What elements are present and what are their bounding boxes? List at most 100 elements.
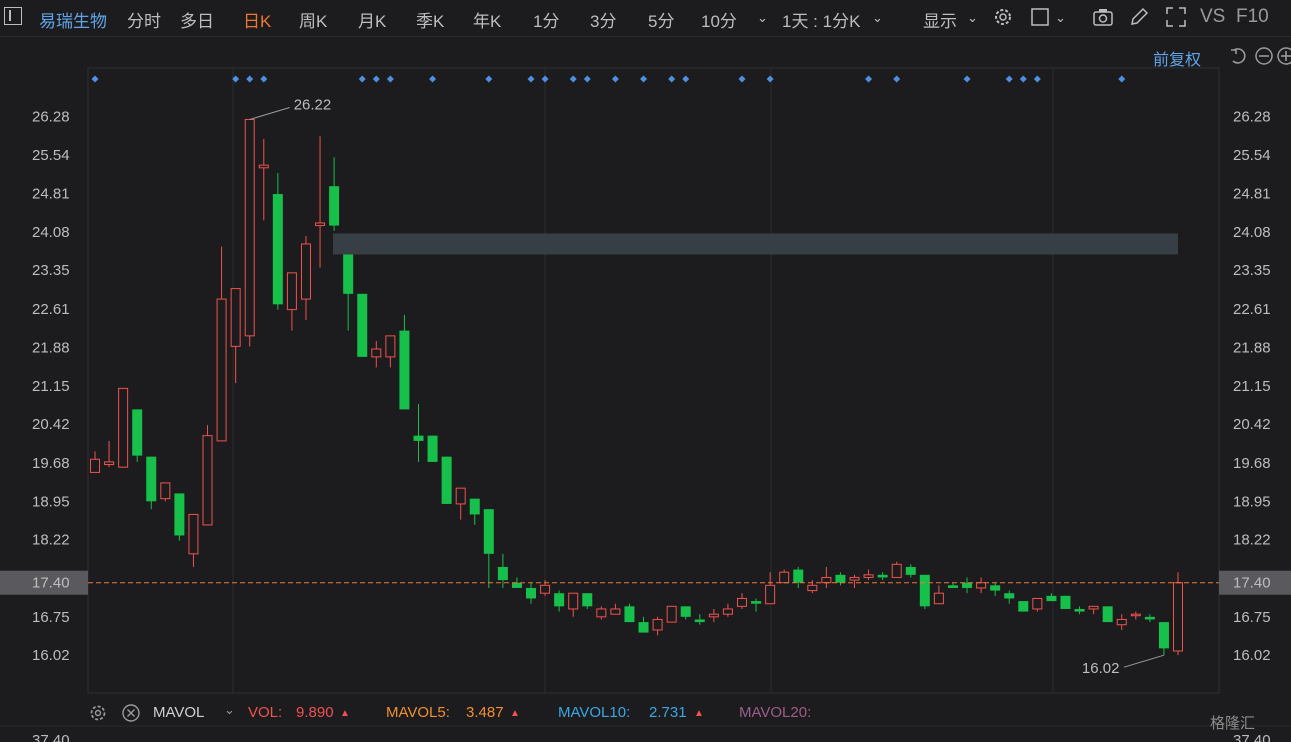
- candle-body: [118, 387, 129, 468]
- candle: [202, 425, 213, 526]
- candle-body: [652, 618, 663, 631]
- candle-body: [1158, 622, 1169, 649]
- y-tick-label: 23.35: [1233, 262, 1271, 279]
- close-icon[interactable]: [121, 703, 141, 727]
- candle-body: [1074, 608, 1085, 612]
- candle-body: [300, 243, 311, 300]
- zoom-out-icon[interactable]: [1254, 46, 1274, 71]
- candle-body: [469, 498, 480, 515]
- f10-button[interactable]: F10: [1236, 6, 1269, 28]
- candle-body: [90, 458, 100, 473]
- candle-body: [919, 574, 930, 607]
- camera-icon[interactable]: [1092, 6, 1114, 28]
- volume-indicator-bar: MAVOL ⌄ VOL: 9.890 ▲ MAVOL5: 3.487 ▲ MAV…: [88, 700, 1218, 724]
- y-tick-label: 24.81: [1233, 186, 1271, 203]
- tab-1min[interactable]: 1分: [533, 7, 559, 32]
- checkbox-icon[interactable]: [1030, 6, 1052, 28]
- tab-rik[interactable]: 日K: [243, 7, 271, 32]
- y-tick-label: 21.88: [32, 339, 70, 356]
- y-tick-label: 20.42: [1233, 416, 1271, 433]
- candle-body: [596, 608, 607, 618]
- y-tick-label: 23.35: [32, 262, 70, 279]
- display-menu[interactable]: 显示: [923, 7, 957, 32]
- up-arrow-icon: ▲: [510, 708, 520, 719]
- tab-niank[interactable]: 年K: [473, 7, 501, 32]
- y-tick-label: 17.40: [1233, 575, 1271, 592]
- period-select[interactable]: 1天 : 1分K: [782, 7, 860, 32]
- gear-icon[interactable]: [992, 6, 1014, 28]
- candle-body: [455, 487, 466, 505]
- candle-body: [497, 566, 508, 581]
- pencil-icon[interactable]: [1128, 6, 1150, 28]
- candle: [174, 493, 185, 541]
- tab-fenshi[interactable]: 分时: [127, 7, 161, 32]
- zoom-in-icon[interactable]: [1276, 46, 1291, 71]
- tab-10min[interactable]: 10分: [701, 7, 737, 32]
- y-tick-label: 18.95: [32, 493, 70, 510]
- candle-body: [610, 608, 621, 615]
- fuquan-select[interactable]: 前复权: [1153, 46, 1201, 70]
- fullscreen-icon[interactable]: [1165, 6, 1187, 28]
- tab-yuek[interactable]: 月K: [358, 7, 386, 32]
- mavol5-value: 3.487: [466, 704, 504, 721]
- y-tick-label: 17.40: [32, 575, 70, 592]
- chevron-down-icon[interactable]: ⌄: [1055, 10, 1066, 26]
- candle-body: [722, 608, 733, 615]
- resistance-zone: [333, 233, 1178, 255]
- candle-body: [329, 186, 340, 226]
- candle-body: [736, 597, 747, 607]
- undo-icon[interactable]: [1228, 46, 1248, 71]
- candle-body: [511, 582, 522, 588]
- candle-body: [202, 435, 213, 526]
- chevron-down-icon[interactable]: ⌄: [967, 10, 978, 26]
- up-arrow-icon: ▲: [340, 708, 350, 719]
- chevron-down-icon[interactable]: ⌄: [757, 10, 768, 26]
- tab-5min[interactable]: 5分: [648, 7, 674, 32]
- y-tick-label: 18.22: [1233, 532, 1271, 549]
- chevron-down-icon[interactable]: ⌄: [872, 10, 883, 26]
- candle-body: [680, 606, 691, 617]
- candle: [441, 456, 452, 504]
- candle-body: [779, 571, 790, 584]
- kline-chart[interactable]: 26.28 25.54 24.81 24.08 23.35 22.61 21.88 21.15…: [0, 0, 1291, 742]
- vol-label: VOL:: [248, 704, 283, 721]
- candle-body: [1088, 605, 1099, 610]
- candle-body: [286, 272, 297, 311]
- tab-jik[interactable]: 季K: [416, 7, 444, 32]
- tab-duori[interactable]: 多日: [180, 7, 214, 32]
- vol-value: 9.890: [296, 704, 334, 721]
- candle-body: [244, 118, 255, 337]
- candle-body: [962, 582, 973, 588]
- high-label: 26.22: [294, 96, 332, 113]
- candle-body: [160, 482, 171, 500]
- candle-body: [666, 605, 677, 623]
- candle: [357, 293, 368, 357]
- vs-button[interactable]: VS: [1200, 6, 1225, 28]
- candle-body: [1144, 616, 1155, 620]
- mavol20-label: MAVOL20:: [739, 704, 812, 721]
- candle: [624, 603, 635, 623]
- mavol10-value: 2.731: [649, 704, 687, 721]
- candle-body: [905, 566, 916, 575]
- candle: [244, 118, 255, 347]
- candle-body: [990, 585, 1001, 591]
- chevron-down-icon[interactable]: ⌄: [224, 702, 235, 718]
- stock-name[interactable]: 易瑞生物: [39, 7, 107, 32]
- y-tick-label: 21.88: [1233, 339, 1271, 356]
- tab-3min[interactable]: 3分: [590, 7, 616, 32]
- candle: [132, 409, 143, 462]
- candle-body: [638, 622, 649, 633]
- panel-toggle-icon[interactable]: [4, 7, 22, 25]
- candle-body: [526, 587, 537, 599]
- gear-icon[interactable]: [88, 703, 108, 727]
- candle-body: [371, 348, 382, 358]
- candle-body: [413, 435, 424, 441]
- candle-body: [694, 619, 705, 623]
- candle-body: [258, 164, 269, 169]
- tab-zhouk[interactable]: 周K: [299, 7, 327, 32]
- candle-body: [933, 592, 944, 605]
- candle: [118, 387, 129, 468]
- indicator-name[interactable]: MAVOL: [153, 704, 204, 721]
- y-tick-label: 19.68: [32, 455, 70, 472]
- watermark-logo: 格隆汇: [1210, 715, 1256, 732]
